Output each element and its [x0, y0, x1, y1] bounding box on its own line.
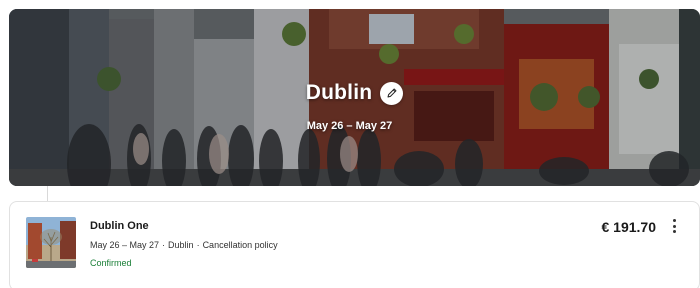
hero-title-row: Dublin: [9, 81, 700, 105]
booking-meta: May 26 – May 27 · Dublin · Cancellation …: [90, 240, 278, 250]
booking-city: Dublin: [168, 240, 194, 250]
hotel-thumbnail: [26, 217, 76, 268]
timeline-connector: [47, 186, 48, 202]
trip-dates: May 26 – May 27: [9, 120, 700, 132]
more-vertical-icon: [672, 219, 676, 222]
more-vertical-icon: [672, 230, 676, 233]
meta-separator: ·: [196, 240, 200, 250]
booking-status: Confirmed: [90, 258, 132, 268]
hotel-booking-card[interactable]: Dublin One May 26 – May 27 · Dublin · Ca…: [9, 201, 700, 288]
booking-price: € 191.70: [601, 219, 657, 235]
more-vertical-icon: [672, 224, 676, 228]
hotel-name: Dublin One: [90, 220, 149, 232]
trip-dates-text: May 26 – May 27: [306, 120, 393, 132]
meta-separator: ·: [162, 240, 166, 250]
trip-title: Dublin: [305, 81, 373, 104]
hotel-photo: [26, 217, 76, 268]
pencil-icon: [387, 88, 397, 98]
cancellation-policy-link[interactable]: Cancellation policy: [203, 240, 278, 250]
more-options-button[interactable]: [669, 218, 679, 234]
trip-hero-banner: Dublin May 26 – May 27: [9, 9, 700, 186]
booking-dates: May 26 – May 27: [90, 240, 160, 250]
edit-trip-button[interactable]: [380, 81, 404, 105]
